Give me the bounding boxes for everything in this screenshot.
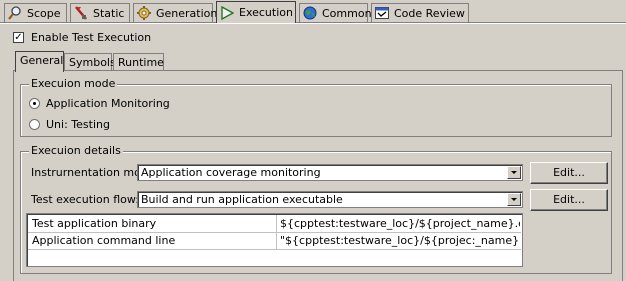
table-cell-value[interactable]: "${cpptest:testware_loc}/${projec:_name}… xyxy=(280,234,520,247)
tab-code-review[interactable]: Code Review xyxy=(371,3,469,22)
chevron-down-icon[interactable] xyxy=(507,193,521,206)
chevron-down-icon[interactable] xyxy=(507,166,521,179)
play-icon xyxy=(219,5,235,21)
tab-execution[interactable]: Execution xyxy=(216,1,296,23)
execution-mode-title: Execuion mode xyxy=(29,77,118,90)
subtab-label: Runtime xyxy=(118,56,164,69)
radio-label-application-monitoring: Application Monitoring xyxy=(46,97,170,110)
subtab-label: Symbols xyxy=(69,56,116,69)
globe-icon xyxy=(302,5,318,21)
subtab-general[interactable]: General xyxy=(15,51,64,72)
subtab-label: General xyxy=(20,54,64,67)
instrumentation-mode-value: Application coverage monitoring xyxy=(141,166,321,179)
tab-generation[interactable]: Generation xyxy=(133,3,217,22)
magnifier-icon xyxy=(7,5,23,21)
subtab-symbols[interactable]: Symbols xyxy=(64,53,116,71)
instrumentation-mode-select[interactable]: Application coverage monitoring xyxy=(137,164,523,181)
radio-label-unit-testing: Uni: Testing xyxy=(46,118,110,131)
instrumentation-edit-button[interactable]: Edit... xyxy=(530,162,608,184)
tab-static[interactable]: Static xyxy=(70,3,130,22)
code-review-icon xyxy=(374,5,390,21)
table-row[interactable]: Application command line "${cpptest:test… xyxy=(28,232,521,250)
table-row[interactable]: Test application binary ${cpptest:testwa… xyxy=(28,215,521,233)
subtab-runtime[interactable]: Runtime xyxy=(113,53,164,71)
tab-strip-highlight xyxy=(0,23,626,24)
tab-label: Code Review xyxy=(394,6,465,20)
enable-test-execution-checkbox[interactable]: ✓ xyxy=(13,32,24,43)
tab-label: Common xyxy=(322,6,372,20)
tab-label: Generation xyxy=(156,6,218,20)
wand-icon xyxy=(73,5,89,21)
enable-test-execution-label: Enable Test Execution xyxy=(31,31,152,44)
test-execution-flow-select[interactable]: Build and run application executable xyxy=(137,191,523,208)
table-cell-name: Application command line xyxy=(32,234,176,247)
test-execution-flow-label: Test execution flow: xyxy=(31,193,140,206)
radio-application-monitoring[interactable] xyxy=(29,98,40,109)
table-cell-value[interactable]: ${cpptest:testware_loc}/${project_name}.… xyxy=(280,217,520,230)
execution-details-title: Execuion details xyxy=(29,144,123,157)
flow-edit-button[interactable]: Edit... xyxy=(530,189,608,211)
table-column-divider xyxy=(276,215,277,249)
tab-label: Static xyxy=(93,6,125,20)
gear-icon xyxy=(136,5,152,21)
tab-label: Scope xyxy=(27,6,61,20)
tab-scope[interactable]: Scope xyxy=(4,3,67,22)
table-cell-name: Test application binary xyxy=(32,217,157,230)
execution-properties-table[interactable]: Test application binary ${cpptest:testwa… xyxy=(26,213,523,267)
tab-common[interactable]: Common xyxy=(299,3,372,22)
radio-unit-testing[interactable] xyxy=(29,119,40,130)
test-execution-flow-value: Build and run application executable xyxy=(141,193,343,206)
tab-label: Execution xyxy=(239,6,293,19)
